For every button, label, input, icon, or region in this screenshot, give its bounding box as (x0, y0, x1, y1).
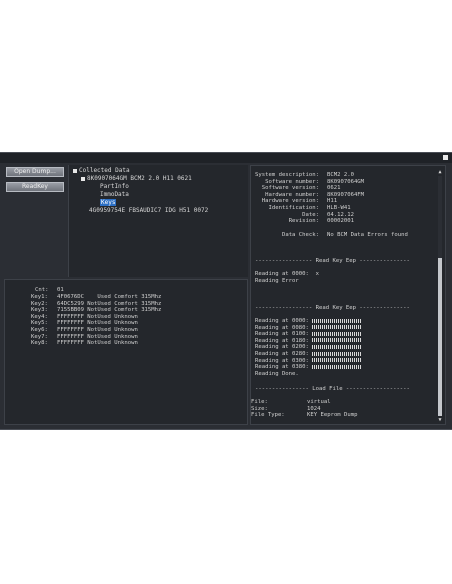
data-check-value: No BCM Data Errors found (327, 232, 408, 238)
log-line: Reading Error (255, 278, 299, 284)
sys-label: Hardware number: (265, 191, 319, 198)
open-dump-button[interactable]: Open Dump... (6, 167, 64, 177)
section-header: ----------------- Read Key Eep ---------… (255, 305, 410, 311)
log-line: Reading at 0080: (255, 324, 363, 332)
file-value: virtual (307, 399, 331, 405)
sys-value: 00002001 (327, 218, 354, 225)
key-value: 4F0676DC Used Comfort 315Mhz (57, 294, 162, 300)
sys-value: 0621 (327, 185, 341, 192)
sys-label: Identification: (268, 205, 319, 211)
progress-bar (312, 364, 363, 369)
log-line: Reading at 0100: (255, 331, 363, 338)
log-line-label: Reading at 0380: (255, 364, 309, 371)
key-value: FFFFFFFF NotUsed Unknown (57, 333, 138, 340)
close-icon[interactable] (443, 155, 448, 160)
sys-label: Hardware version: (261, 198, 319, 205)
vertical-scrollbar[interactable]: ▲ ▼ (437, 170, 443, 423)
log-line: Reading at 0000: x (255, 271, 319, 277)
sys-label: System description: (255, 172, 319, 178)
sys-value: H11 (327, 198, 338, 205)
tree-item-keys-label: Keys (100, 199, 117, 206)
log-line: Reading at 0000: (255, 318, 363, 325)
top-left-pane: Open Dump... ReadKey Collected Data 8K09… (4, 165, 248, 277)
section-header: ----------------- Read Key Eep ---------… (255, 258, 410, 264)
key-label: Key5: (31, 320, 48, 327)
log-line-label: Reading at 0100: (255, 331, 309, 338)
log-line: Reading at 0200: (255, 344, 363, 351)
key-value: FFFFFFFF NotUsed Unknown (57, 313, 138, 320)
progress-bar (312, 325, 363, 330)
key-label: Key2: (31, 300, 48, 307)
sys-label: Revision: (288, 218, 319, 225)
log-line-label: Reading at 0300: (255, 357, 309, 364)
key-value: FFFFFFFF NotUsed Unknown (57, 340, 138, 347)
key-label: Key8: (31, 340, 48, 347)
data-tree: Collected Data 8K0907064GM BCM2 2.0 H11 … (68, 165, 248, 277)
sys-value: 8K0907064FM (327, 191, 365, 198)
key-value: FFFFFFFF NotUsed Unknown (57, 327, 138, 333)
tree-item-partinfo[interactable]: PartInfo (100, 183, 129, 190)
progress-bar (312, 351, 363, 356)
progress-bar (312, 338, 363, 343)
sys-value: 04.12.12 (327, 211, 354, 218)
title-bar (0, 153, 452, 163)
log-pane: System description: BCM2 2.0 Software nu… (250, 165, 446, 425)
progress-bar (312, 358, 363, 363)
file-value: 1024 (307, 405, 321, 412)
scroll-up-icon[interactable]: ▲ (438, 170, 442, 175)
main-window: Open Dump... ReadKey Collected Data 8K09… (0, 152, 452, 430)
checkbox-icon[interactable] (73, 168, 77, 173)
keys-info-pane: Cnt: 01 Key1: 4F0676DC Used Comfort 315M… (4, 279, 248, 425)
key-label: Key3: (31, 307, 48, 314)
sys-value: 8K0907064GM (327, 178, 365, 185)
cnt-value: 01 (57, 287, 64, 293)
key-label: Key7: (31, 333, 48, 340)
file-label: File Type: (251, 412, 285, 419)
tree-device-kessy[interactable]: 4G0959754E FBSAUDIC7 IDG H51 0072 (89, 207, 208, 214)
log-line-label: Reading at 0180: (255, 337, 309, 344)
button-column: Open Dump... ReadKey (4, 165, 68, 277)
file-value: KEY Eeprom Dump (307, 412, 358, 419)
checkbox-icon[interactable] (81, 176, 85, 181)
log-line-label: Reading at 0000: (255, 318, 309, 324)
sys-label: Date: (302, 211, 319, 218)
data-check-label: Data Check: (281, 232, 319, 238)
tree-root[interactable]: Collected Data (73, 167, 130, 174)
log-line: Reading at 0280: (255, 351, 363, 358)
log-line: Reading at 0380: (255, 364, 363, 371)
log-line-label: Reading at 0280: (255, 351, 309, 357)
log-line-label: Reading at 0080: (255, 324, 309, 331)
file-label: File: (251, 399, 268, 405)
scroll-down-icon[interactable]: ▼ (438, 418, 442, 423)
read-key-button[interactable]: ReadKey (6, 182, 64, 192)
section-header: ---------------- Load File -------------… (255, 386, 410, 392)
progress-bar (312, 318, 363, 323)
sys-value: HLB-W41 (327, 205, 351, 211)
scroll-thumb[interactable] (438, 258, 442, 416)
key-value: 7155BB09 NotUsed Comfort 315Mhz (57, 307, 162, 314)
tree-root-label: Collected Data (79, 167, 130, 174)
log-line: Reading Done. (255, 370, 299, 377)
tree-item-keys[interactable]: Keys (100, 199, 117, 206)
log-line: Reading at 0300: (255, 357, 363, 365)
sys-label: Software number: (265, 178, 319, 185)
key-label: Key6: (31, 327, 48, 333)
key-value: FFFFFFFF NotUsed Unknown (57, 320, 138, 327)
log-line: Reading at 0180: (255, 337, 363, 345)
log-line-label: Reading at 0200: (255, 344, 309, 351)
key-label: Key1: (31, 294, 48, 300)
tree-device-bcm-label: 8K0907064GM BCM2 2.0 H11 0621 (87, 175, 192, 182)
cnt-label: Cnt: (35, 287, 49, 293)
key-label: Key4: (31, 313, 48, 320)
sys-label: Software version: (261, 185, 319, 192)
file-label: Size: (251, 405, 268, 412)
tree-item-immodata[interactable]: ImmoData (100, 191, 129, 198)
key-value: 64DC5299 NotUsed Comfort 315Mhz (57, 300, 162, 307)
progress-bar (312, 344, 363, 349)
tree-device-bcm[interactable]: 8K0907064GM BCM2 2.0 H11 0621 (81, 175, 192, 182)
sys-value: BCM2 2.0 (327, 172, 354, 178)
progress-bar (312, 331, 363, 336)
